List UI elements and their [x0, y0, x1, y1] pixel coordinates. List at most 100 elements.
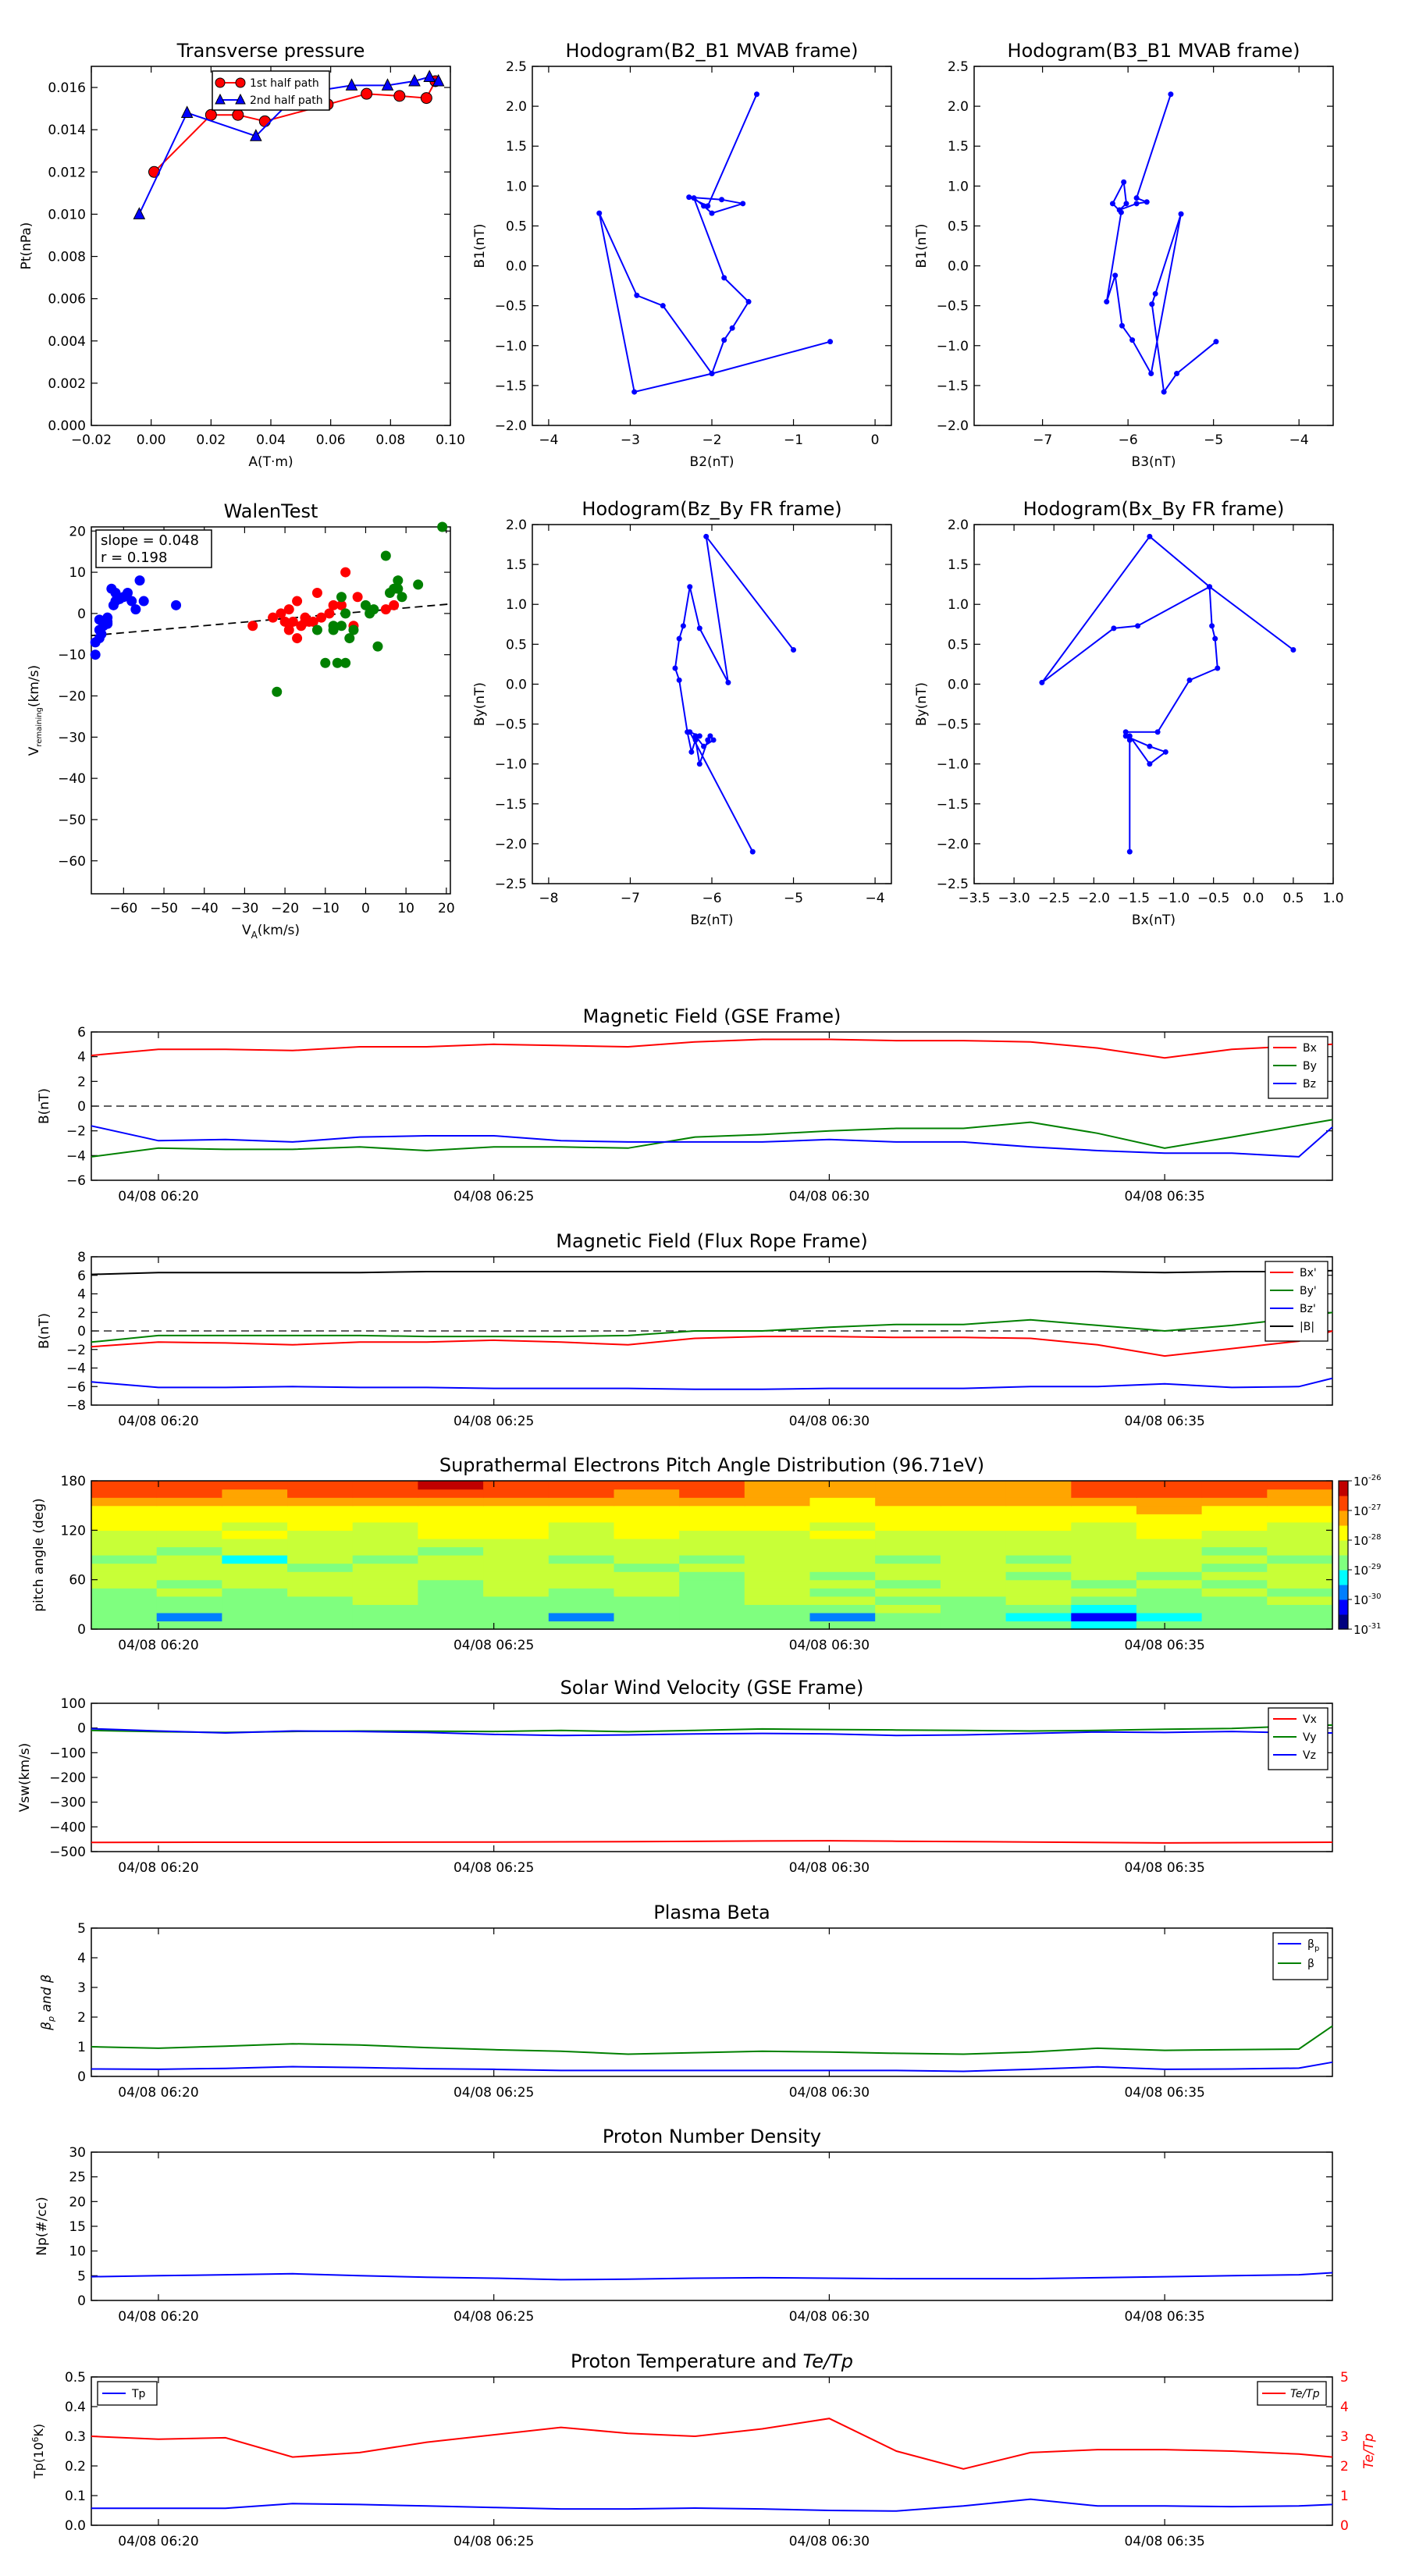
- heatmap-cell: [91, 1621, 158, 1630]
- heatmap-cell: [940, 1505, 1007, 1514]
- y-axis-label: B(nT): [37, 1088, 52, 1124]
- y-tick-label: −1.0: [495, 757, 527, 773]
- x-axis-label: Bx(nT): [1132, 913, 1176, 928]
- y-tick-label: −2.0: [495, 837, 527, 852]
- x-tick-label: −5: [784, 891, 803, 906]
- heatmap-cell: [1071, 1596, 1137, 1605]
- x-tick-label: −2.0: [1078, 891, 1110, 906]
- chart-mag_gse: Magnetic Field (GSE Frame) 04/08 06:20 04/…: [37, 1005, 1333, 1204]
- heatmap-cell: [1267, 1604, 1333, 1614]
- data-point: [1144, 199, 1150, 205]
- heatmap-cell: [875, 1596, 941, 1605]
- heatmap-cell: [1201, 1481, 1268, 1490]
- data-point: [1162, 749, 1168, 755]
- legend: 1st half path 2nd half path: [212, 70, 330, 111]
- chart-pitch-angle-distribution: Suprathermal Electrons Pitch Angle Distr…: [31, 1454, 1381, 1653]
- heatmap-cell: [1071, 1563, 1137, 1572]
- y-tick-label: −1.5: [495, 379, 527, 394]
- chart-title: Magnetic Field (Flux Rope Frame): [556, 1230, 867, 1252]
- heatmap-cell: [1267, 1538, 1333, 1548]
- y-tick-label: 0.016: [48, 80, 86, 96]
- y-tick-label: −300: [49, 1795, 86, 1811]
- heatmap-cell: [287, 1579, 354, 1589]
- y-tick-label: 0.014: [48, 123, 86, 138]
- heatmap-cell: [679, 1514, 745, 1523]
- y-tick-label: 0: [77, 2293, 86, 2309]
- heatmap-cell: [483, 1538, 550, 1548]
- x-axis-label: Bz(nT): [690, 913, 733, 928]
- x-tick-label: 04/08 06:30: [789, 1414, 870, 1429]
- series-line: [91, 2025, 1333, 2055]
- y-tick-label: 0.000: [48, 418, 86, 434]
- heatmap-cell: [1071, 1621, 1137, 1630]
- chart-h3-hodogram: Hodogram(Bz_By FR frame) −8 −7 −6 −5 −4 −2.5 −2…: [472, 498, 892, 928]
- heatmap-cell: [222, 1555, 288, 1564]
- heatmap-cell: [1005, 1530, 1072, 1539]
- y2-axis-label: Te/Tp: [1361, 2433, 1377, 2469]
- data-point: [1147, 761, 1153, 767]
- slope-text: slope = 0.048: [101, 532, 199, 549]
- y-tick-label: −0.5: [495, 717, 527, 733]
- heatmap-cell: [222, 1571, 288, 1581]
- x-tick-label: −7: [1033, 432, 1052, 448]
- heatmap-cell: [1267, 1621, 1333, 1630]
- x-tick-label: −1.5: [1118, 891, 1150, 906]
- legend: Bx' By' Bz' |B|: [1264, 1261, 1329, 1342]
- heatmap-cell: [483, 1563, 550, 1572]
- fit-annotation: slope = 0.048r = 0.198: [95, 529, 212, 568]
- heatmap-cell: [548, 1538, 615, 1548]
- heatmap-cell: [614, 1621, 680, 1630]
- data-point: [368, 604, 379, 615]
- heatmap-cell: [614, 1563, 680, 1572]
- heatmap-cell: [744, 1521, 811, 1531]
- heatmap-cell: [287, 1571, 354, 1581]
- y-tick-label: 0.010: [48, 207, 86, 222]
- heatmap-cell: [352, 1621, 418, 1630]
- heatmap-cell: [1071, 1546, 1137, 1556]
- heatmap-cell: [156, 1489, 222, 1498]
- y-tick-label: 0.0: [506, 259, 527, 275]
- heatmap-cell: [1267, 1588, 1333, 1597]
- plot-frame: [973, 524, 1334, 884]
- legend-label: Bx: [1303, 1042, 1317, 1055]
- heatmap-cell: [875, 1546, 941, 1556]
- y-tick-label: 0.5: [506, 637, 527, 653]
- heatmap-cell: [875, 1481, 941, 1490]
- x-axis-label: VA(km/s): [242, 923, 300, 941]
- series-line: [91, 1269, 1333, 1276]
- heatmap-cell: [1267, 1563, 1333, 1572]
- y-tick-label: 0: [77, 607, 86, 622]
- heatmap-cell: [940, 1521, 1007, 1531]
- data-point: [130, 604, 141, 615]
- heatmap-cell: [418, 1521, 484, 1531]
- chart-title: Proton Temperature and Te/Tp: [571, 2350, 853, 2372]
- data-point: [311, 624, 322, 635]
- heatmap-cell: [1136, 1514, 1203, 1523]
- heatmap-cell: [91, 1497, 158, 1507]
- data-point: [701, 203, 707, 209]
- x-tick-label: −50: [150, 901, 178, 916]
- heatmap-cell: [1005, 1555, 1072, 1564]
- data-point: [1133, 195, 1140, 201]
- chart-title: Proton Number Density: [603, 2126, 821, 2147]
- data-point: [1152, 290, 1158, 297]
- heatmap-cell: [1267, 1530, 1333, 1539]
- heatmap-cell: [287, 1612, 354, 1622]
- data-point: [110, 587, 121, 598]
- heatmap-cell: [156, 1530, 222, 1539]
- data-point: [676, 677, 682, 683]
- heatmap-cell: [156, 1571, 222, 1581]
- data-point: [397, 592, 407, 603]
- heatmap-cell: [679, 1571, 745, 1581]
- heatmap-cell: [156, 1514, 222, 1523]
- heatmap-cell: [679, 1489, 745, 1498]
- data-point: [631, 389, 638, 395]
- heatmap-cell: [287, 1563, 354, 1572]
- heatmap-cell: [548, 1621, 615, 1630]
- heatmap-cell: [222, 1596, 288, 1605]
- legend-label: Vy: [1303, 1731, 1317, 1744]
- heatmap-cell: [875, 1505, 941, 1514]
- heatmap-cell: [548, 1571, 615, 1581]
- x-tick-label: −6: [1119, 432, 1138, 448]
- y-tick-label: −0.5: [937, 299, 969, 315]
